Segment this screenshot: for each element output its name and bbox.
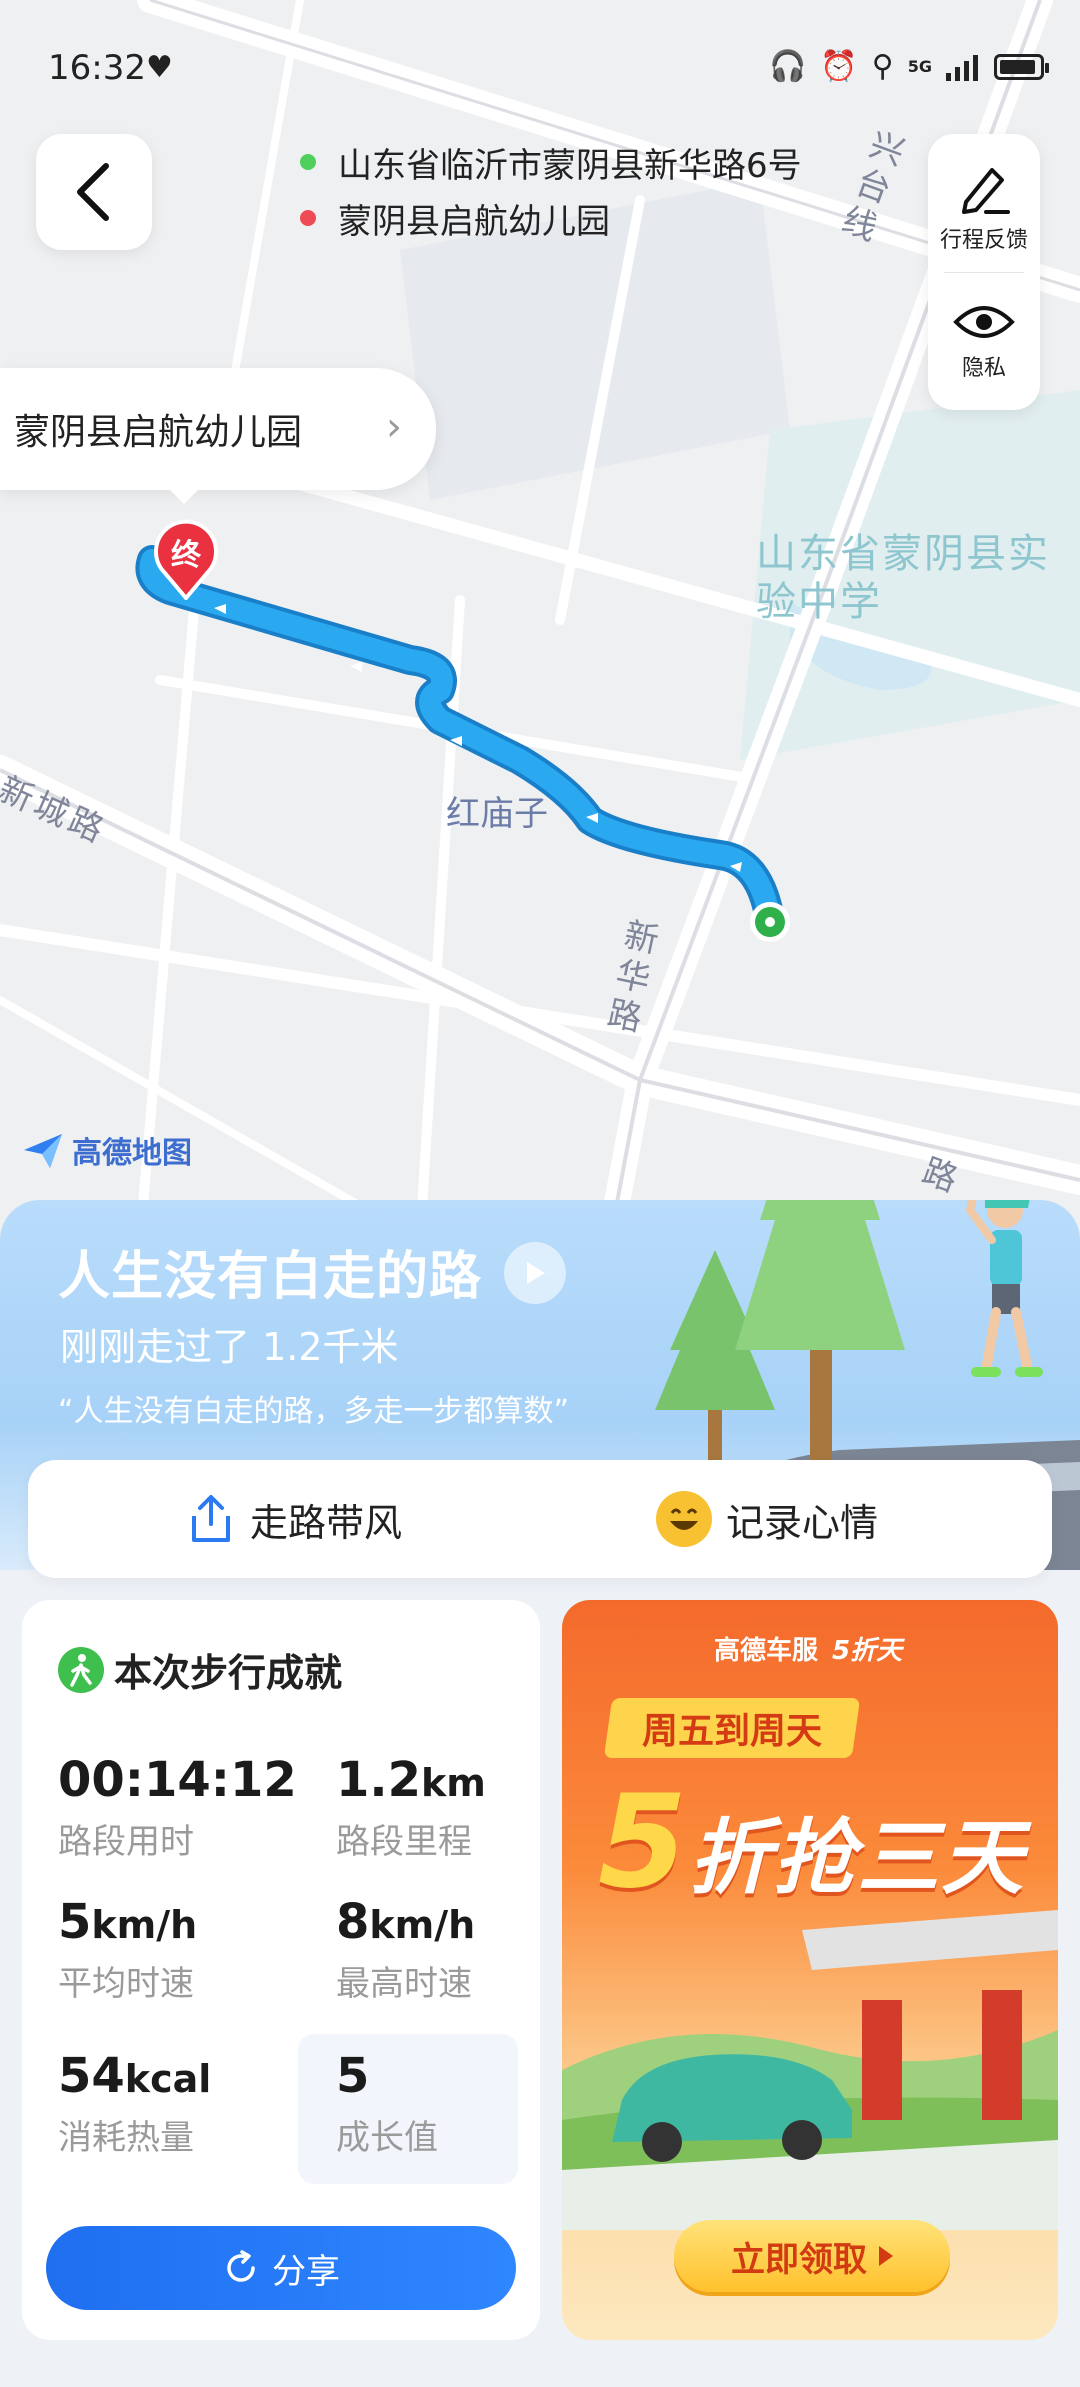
stats-card: 本次步行成就 00:14:12 路段用时 1.2km 路段里程 5km/h 平均… <box>22 1600 540 2340</box>
feedback-label: 行程反馈 <box>939 228 1028 253</box>
promo-ad-card[interactable]: 高德车服 5折天 周五到周天 5折抢三天 立即领取 <box>562 1600 1058 2340</box>
destination-callout[interactable]: 蒙阴县启航幼儿园 › <box>0 368 436 504</box>
route-end: 蒙阴县启航幼儿园 <box>338 201 610 242</box>
banner-quote: “人生没有白走的路，多走一步都算数” <box>58 1394 570 1429</box>
claim-button[interactable]: 立即领取 <box>674 2220 950 2292</box>
record-mood-button[interactable]: 记录心情 <box>656 1460 878 1578</box>
status-bar: 16:32 ♥ 🎧 ⏰ ⚲ 5G <box>0 0 1080 140</box>
gaode-logo-icon <box>24 1134 62 1168</box>
place-label-hongmiao: 红庙子 <box>446 794 548 834</box>
privacy-button[interactable]: 隐私 <box>928 300 1040 382</box>
end-marker: 终 <box>150 518 222 602</box>
divider <box>944 272 1024 273</box>
stat-distance: 1.2km 路段里程 <box>336 1752 486 1862</box>
stat-calories: 54kcal 消耗热量 <box>58 2048 212 2158</box>
play-icon[interactable] <box>504 1242 566 1304</box>
location-icon: ⚲ <box>871 49 894 84</box>
ad-headline: 5折抢三天 <box>598 1768 1026 1917</box>
action-card: 走路带风 记录心情 <box>28 1460 1052 1578</box>
headphones-icon: 🎧 <box>769 49 807 84</box>
walking-icon <box>58 1646 104 1693</box>
back-button[interactable] <box>36 134 152 250</box>
end-dot <box>300 210 316 226</box>
smile-emoji-icon <box>656 1491 712 1547</box>
end-marker-label: 终 <box>171 538 201 573</box>
school-label: 山东省蒙阴县实验中学 <box>756 531 1050 625</box>
share-icon <box>192 1495 230 1542</box>
stat-max-speed: 8km/h 最高时速 <box>336 1894 476 2004</box>
stats-title: 本次步行成就 <box>114 1651 343 1695</box>
share-button-label: 分享 <box>272 2251 340 2292</box>
start-dot <box>300 154 316 170</box>
stat-avg-speed: 5km/h 平均时速 <box>58 1894 198 2004</box>
privacy-label: 隐私 <box>961 356 1006 381</box>
eye-icon <box>953 306 1015 338</box>
heart-icon: ♥ <box>146 50 173 85</box>
destination-callout-label: 蒙阴县启航幼儿园 <box>14 412 303 453</box>
ad-illustration <box>562 1910 1058 2230</box>
banner-subtitle: 刚刚走过了 1.2千米 <box>60 1325 399 1369</box>
battery-icon <box>994 54 1049 80</box>
gaode-logo: 高德地图 <box>22 1128 192 1172</box>
route-start: 山东省临沂市蒙阴县新华路6号 <box>338 145 802 186</box>
signal-icon <box>946 55 978 81</box>
status-time: 16:32 <box>48 48 146 88</box>
chevron-right-icon: › <box>386 404 402 450</box>
ad-brand: 高德车服 5折天 <box>714 1636 903 1666</box>
pen-icon <box>962 168 1010 214</box>
side-panel: 行程反馈 隐私 <box>928 134 1040 410</box>
caret-right-icon <box>879 2246 893 2266</box>
share-walk-label: 走路带风 <box>250 1500 403 1545</box>
chevron-left-icon <box>77 163 109 221</box>
share-walk-button[interactable]: 走路带风 <box>188 1460 402 1578</box>
feedback-button[interactable]: 行程反馈 <box>928 162 1040 254</box>
banner-title: 人生没有白走的路 <box>58 1247 483 1307</box>
route-summary: 山东省临沂市蒙阴县新华路6号 蒙阴县启航幼儿园 <box>300 134 802 246</box>
signal-label: 5G <box>907 57 932 76</box>
stat-growth: 5 成长值 <box>336 2048 438 2158</box>
stat-duration: 00:14:12 路段用时 <box>58 1752 297 1862</box>
ad-tag: 周五到周天 <box>603 1698 861 1758</box>
share-button[interactable]: 分享 <box>46 2226 516 2310</box>
record-mood-label: 记录心情 <box>726 1500 879 1545</box>
alarm-icon: ⏰ <box>820 49 858 84</box>
refresh-share-icon <box>227 2250 255 2282</box>
